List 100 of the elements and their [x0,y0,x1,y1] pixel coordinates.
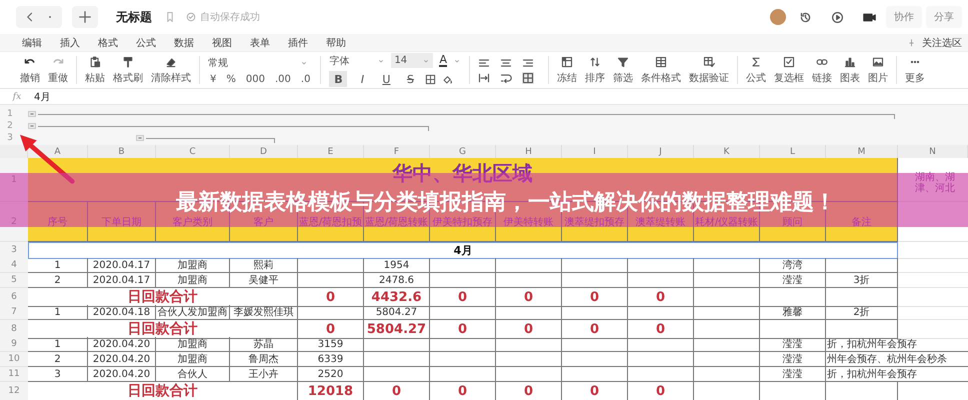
column-header[interactable]: N [898,145,968,158]
filter-button[interactable]: 筛选 [612,56,633,84]
border-grid-icon[interactable] [522,72,534,84]
align-right-icon[interactable] [522,56,534,68]
menu-item[interactable]: 编辑 [22,36,42,50]
menu-item[interactable]: 视图 [212,36,232,50]
number-format-button[interactable]: .0 [298,74,312,84]
format-painter-button[interactable]: 格式刷 [113,56,143,84]
table-cell [760,320,826,339]
overflow-icon[interactable] [478,72,490,84]
total-cell: 0 [430,288,496,307]
redo-button[interactable]: 重做 [48,56,68,84]
menu-item[interactable]: 公式 [136,36,156,50]
table-cell [364,367,430,382]
data-validation-button[interactable]: 数据验证 [688,56,729,84]
menu-item[interactable]: 格式 [98,36,118,50]
table-cell [694,367,760,382]
table-cell [628,367,694,382]
text-style-button[interactable]: U [377,71,396,87]
align-center-icon[interactable] [500,56,512,68]
text-style-button[interactable]: S [401,71,420,87]
table-cell [694,320,760,339]
chart-button[interactable]: 图表 [840,56,860,84]
table-cell: 2020.04.17 [88,273,156,288]
total-cell: 0 [298,288,364,307]
text-style-button[interactable]: I [353,71,372,87]
freeze-button[interactable]: 冻结 [556,56,577,84]
table-cell [694,352,760,367]
table-cell: 滢滢 [760,367,826,382]
paste-button[interactable]: 粘贴 [85,56,105,84]
font-dropdown[interactable]: 字体 [329,53,386,68]
table-cell [496,367,562,382]
collapse-button[interactable] [28,111,36,117]
sort-icon [588,56,601,68]
image-button[interactable]: 图片 [868,56,888,84]
checkbox-button[interactable]: 复选框 [774,56,804,84]
pointer-arrow [20,134,75,184]
table-cell: 2478.6 [364,273,430,288]
table-cell [430,367,496,382]
fill-color-icon[interactable] [442,74,454,84]
table-cell [496,258,562,273]
table-cell: 2 [28,273,88,288]
number-format-button[interactable]: % [224,74,238,84]
formula-button[interactable]: 公式 [746,56,766,84]
table-cell: 1 [28,337,88,352]
border-icon[interactable] [425,74,436,84]
number-format-button[interactable]: ¥ [208,74,218,84]
avatar[interactable] [770,9,786,25]
save-status: 自动保存成功 [200,10,260,24]
total-label: 日回款合计 [28,320,298,339]
new-button[interactable] [72,6,98,28]
table-cell: 3 [28,367,88,382]
table-cell: 折，扣杭州年会预存 [826,337,968,352]
sort-button[interactable]: 排序 [584,56,605,84]
number-format-button[interactable]: .00 [272,74,293,84]
table-cell [562,258,628,273]
conditional-format-button[interactable]: 条件格式 [640,56,681,84]
table-cell [364,352,430,367]
menu-item[interactable]: 帮助 [326,36,346,50]
total-cell: 0 [496,288,562,307]
table-cell: 加盟商 [156,337,230,352]
align-left-icon[interactable] [478,56,490,68]
menu-item[interactable]: 插件 [288,36,308,50]
pin-icon[interactable] [907,38,916,47]
more-button[interactable]: 更多 [904,56,925,84]
number-format-dropdown[interactable]: 常规 [208,56,308,70]
table-cell: 滢滢 [760,273,826,288]
font-color-button[interactable]: A [439,54,447,67]
collapse-button[interactable] [136,135,144,141]
play-icon[interactable] [830,10,844,24]
collapse-button[interactable] [28,123,36,129]
table-cell [628,273,694,288]
table-cell: 湾湾 [760,258,826,273]
font-size-field[interactable]: 14 [391,53,434,68]
total-cell: 0 [562,320,628,339]
menu-item[interactable]: 插入 [60,36,80,50]
total-cell: 0 [364,382,430,400]
clear-format-button[interactable]: 清除样式 [151,56,191,84]
conditional-format-icon [654,56,667,68]
check-circle-icon [186,12,196,22]
total-cell: 0 [628,382,694,400]
total-cell: 0 [430,382,496,400]
wrap-icon[interactable] [500,72,512,84]
table-cell: 熙莉 [230,258,298,273]
text-style-button[interactable]: B [329,71,348,87]
history-icon[interactable] [798,10,812,24]
link-button[interactable]: 链接 [812,56,832,84]
table-cell: 李媛发熙佳琪 [230,305,298,320]
video-camera-icon[interactable] [862,10,876,24]
number-format-button[interactable]: 000 [244,74,267,84]
table-cell [298,273,364,288]
undo-button[interactable]: 撤销 [20,56,40,84]
menu-item[interactable]: 表单 [250,36,270,50]
table-cell: 州年会预存、杭州年会秒杀 [826,352,968,367]
menu-item[interactable]: 数据 [174,36,194,50]
focus-toggle[interactable]: 关注选区 [922,36,962,50]
table-cell: 折，扣杭州年会预存 [826,367,968,382]
checkbox-icon [782,56,795,68]
table-cell [562,337,628,352]
table-cell: 2020.04.20 [88,367,156,382]
